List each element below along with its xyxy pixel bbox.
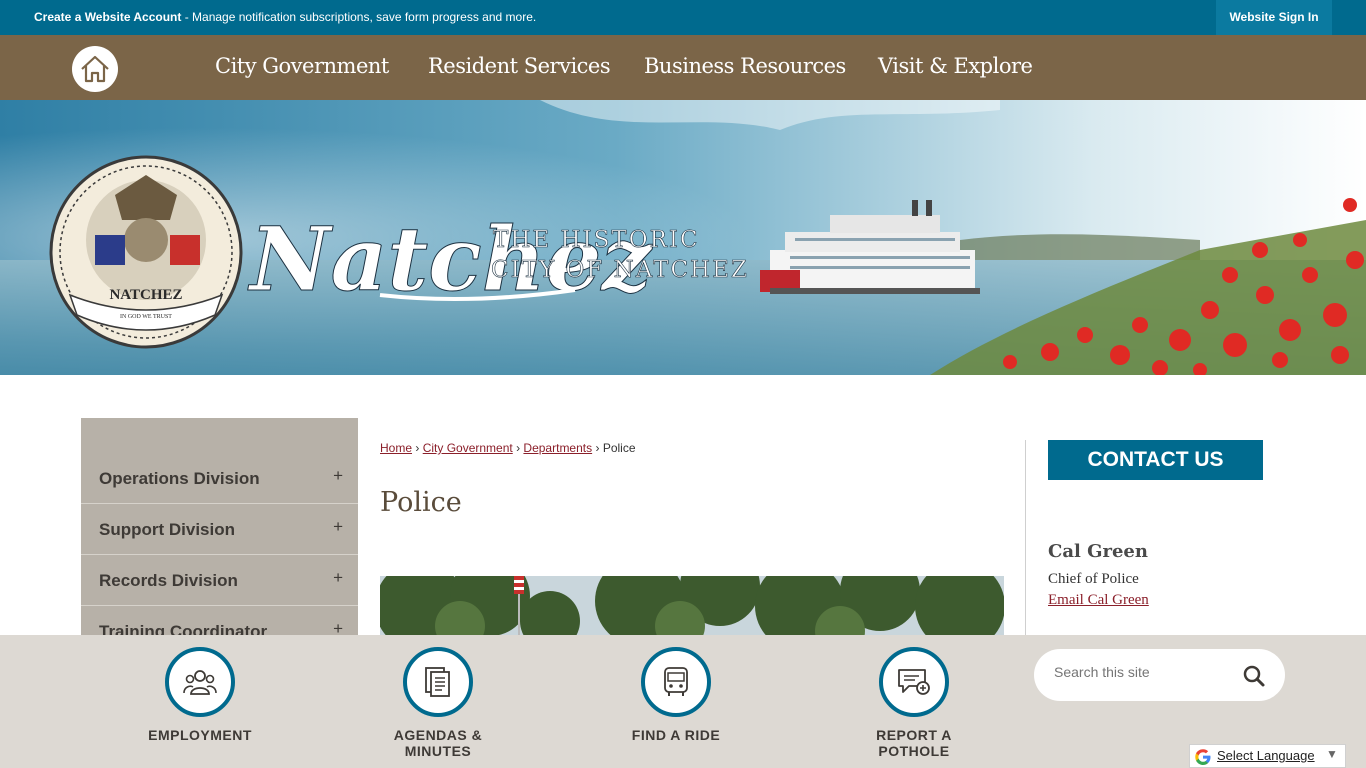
report-chat-icon — [898, 669, 930, 695]
sidebar-item-label: Support Division — [99, 520, 235, 539]
bus-icon — [664, 667, 688, 696]
quick-link-circle[interactable] — [403, 647, 473, 717]
quick-link-label-line-1: AGENDAS & — [393, 727, 483, 743]
footer-quick-links: EMPLOYMENT AGENDAS &MINUTES FIND A RIDE — [0, 635, 1366, 768]
contact-title: Chief of Police — [1048, 571, 1139, 587]
breadcrumb-separator: › — [415, 441, 420, 455]
nav-business-resources[interactable]: Business Resources — [644, 54, 846, 78]
account-notice-text: - Manage notification subscriptions, sav… — [181, 10, 537, 24]
expand-icon[interactable]: + — [333, 568, 343, 588]
column-divider — [1025, 440, 1026, 635]
tagline-line-1: THE HISTORIC — [493, 227, 700, 253]
nav-resident-services[interactable]: Resident Services — [428, 54, 611, 78]
breadcrumb-city-government[interactable]: City Government — [423, 441, 513, 455]
quick-link-agendas-minutes[interactable]: AGENDAS & MINUTES — [368, 647, 508, 759]
breadcrumb: Home › City Government › Departments › P… — [380, 441, 636, 455]
sidebar-item-records-division[interactable]: Records Division + — [81, 556, 358, 606]
quick-link-find-a-ride[interactable]: FIND A RIDE — [606, 647, 746, 743]
quick-link-employment[interactable]: EMPLOYMENT — [130, 647, 270, 743]
expand-icon[interactable]: + — [333, 466, 343, 486]
chevron-down-icon[interactable]: ▼ — [1326, 747, 1338, 761]
google-translate-select[interactable]: Select Language ▼ — [1189, 744, 1346, 768]
people-icon — [183, 670, 217, 695]
breadcrumb-separator: › — [595, 441, 600, 455]
quick-link-label: AGENDAS & MINUTES — [368, 727, 508, 759]
contact-email-link[interactable]: Email Cal Green — [1048, 592, 1149, 609]
home-button[interactable] — [72, 46, 118, 92]
sidebar-item-support-division[interactable]: Support Division + — [81, 505, 358, 555]
nav-visit-explore[interactable]: Visit & Explore — [878, 54, 1033, 78]
search-input[interactable] — [1054, 664, 1234, 680]
quick-link-label: EMPLOYMENT — [148, 727, 252, 743]
page-title: Police — [380, 487, 462, 518]
contact-us-button[interactable]: CONTACT US — [1048, 440, 1263, 480]
quick-link-report-pothole[interactable]: REPORT A POTHOLE — [844, 647, 984, 759]
quick-link-circle[interactable] — [165, 647, 235, 717]
banner-illustration: NATCHEZ IN GOD WE TRUST Natchez THE HIST… — [0, 100, 1366, 375]
main-nav: City Government Resident Services Busine… — [0, 35, 1366, 100]
tagline-line-2: CITY OF NATCHEZ — [491, 257, 749, 283]
breadcrumb-separator: › — [516, 441, 521, 455]
sidebar-item-label: Records Division — [99, 571, 238, 590]
police-department-photo — [380, 576, 1004, 636]
expand-icon[interactable]: + — [333, 517, 343, 537]
documents-icon — [425, 667, 450, 697]
quick-link-label: FIND A RIDE — [631, 727, 721, 743]
hero-banner: NATCHEZ IN GOD WE TRUST Natchez THE HIST… — [0, 100, 1366, 375]
nav-city-government[interactable]: City Government — [215, 54, 389, 78]
sidebar-item-label: Operations Division — [99, 469, 260, 488]
search-icon[interactable] — [1242, 664, 1266, 688]
quick-link-label-line-2: MINUTES — [404, 743, 472, 759]
site-search — [1034, 649, 1285, 701]
quick-link-circle[interactable] — [879, 647, 949, 717]
sidebar-item-operations-division[interactable]: Operations Division + — [81, 454, 358, 504]
sidebar-nav: Operations Division + Support Division +… — [81, 418, 358, 657]
quick-link-label-line-1: REPORT A — [876, 727, 952, 743]
account-notice: Create a Website Account - Manage notifi… — [34, 10, 536, 24]
quick-link-label-line-2: POTHOLE — [878, 743, 950, 759]
google-icon — [1195, 749, 1211, 765]
photo-illustration — [380, 576, 1004, 636]
create-account-link[interactable]: Create a Website Account — [34, 10, 181, 24]
quick-link-label: REPORT A POTHOLE — [844, 727, 984, 759]
contact-name: Cal Green — [1048, 541, 1148, 562]
home-icon — [81, 55, 109, 83]
breadcrumb-home[interactable]: Home — [380, 441, 412, 455]
quick-link-circle[interactable] — [641, 647, 711, 717]
seal-name: NATCHEZ — [109, 287, 182, 303]
website-sign-in-button[interactable]: Website Sign In — [1216, 0, 1332, 35]
top-utility-bar: Create a Website Account - Manage notifi… — [0, 0, 1366, 35]
select-language-label[interactable]: Select Language — [1217, 748, 1315, 763]
breadcrumb-departments[interactable]: Departments — [523, 441, 592, 455]
seal-motto: IN GOD WE TRUST — [120, 314, 172, 320]
breadcrumb-current: Police — [602, 441, 636, 455]
